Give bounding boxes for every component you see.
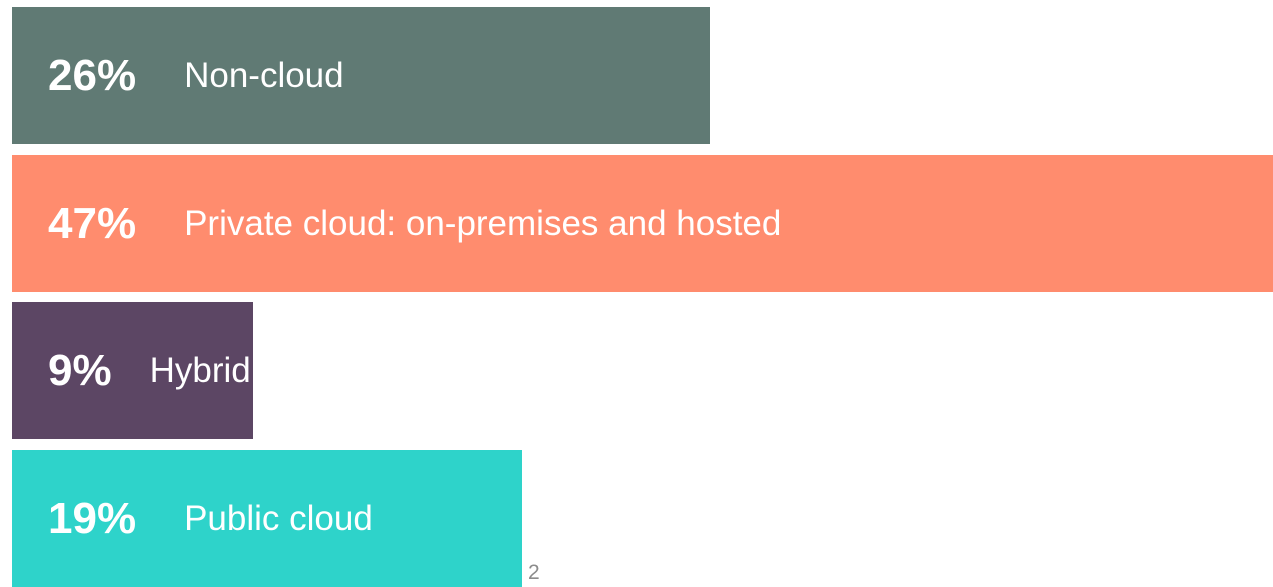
bar-value-label: 9% (48, 345, 112, 395)
bar-value-label: 19% (48, 493, 137, 543)
bar-non-cloud: 26% Non-cloud (12, 7, 710, 144)
bar-value-label: 47% (48, 198, 137, 248)
bar-category-label: Non-cloud (184, 56, 344, 95)
bar-private-cloud: 47% Private cloud: on-premises and hoste… (12, 155, 1273, 292)
bar-category-label: Hybrid (149, 351, 251, 390)
bar-hybrid: 9% Hybrid (12, 302, 253, 439)
bar-public-cloud: 19% Public cloud (12, 450, 522, 587)
page-number: 2 (528, 561, 540, 584)
bar-category-label: Public cloud (184, 499, 373, 538)
bar-category-label: Private cloud: on-premises and hosted (184, 204, 782, 243)
bar-value-label: 26% (48, 50, 137, 100)
